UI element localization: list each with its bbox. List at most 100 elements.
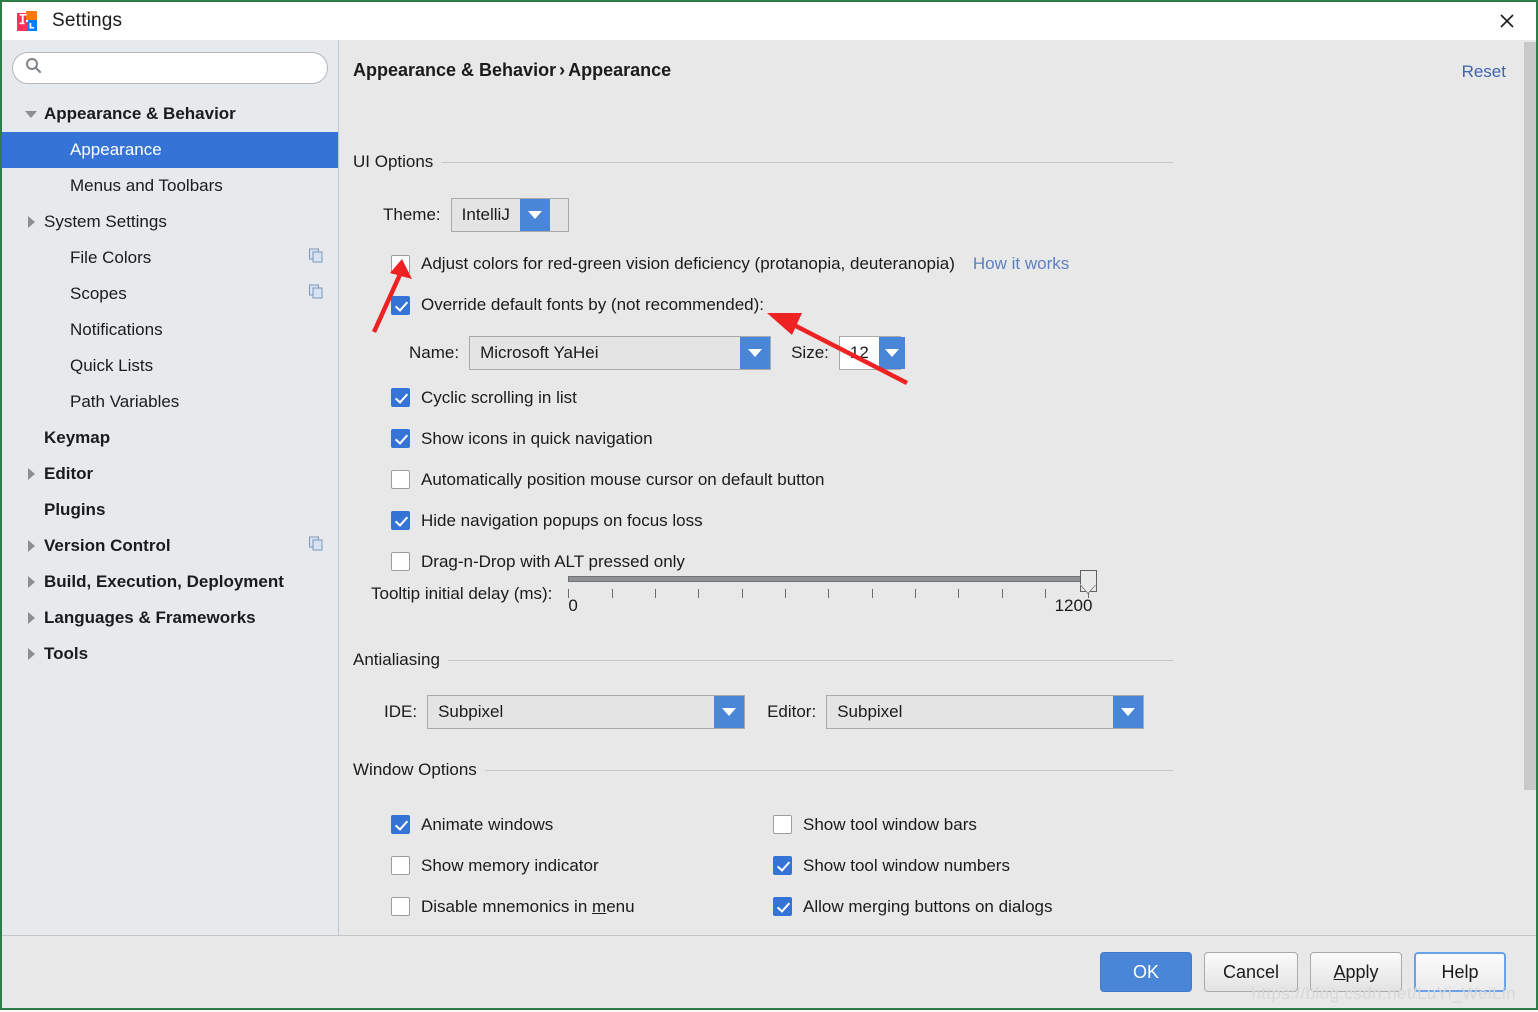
sidebar-item-notifications[interactable]: Notifications	[2, 312, 338, 348]
search-input[interactable]	[50, 59, 315, 77]
font-row: Name: Microsoft YaHei Size: 12	[409, 336, 905, 370]
chevron-right-icon[interactable]	[18, 540, 44, 552]
chevron-down-icon[interactable]	[878, 337, 905, 369]
cancel-button[interactable]: Cancel	[1203, 952, 1298, 992]
sidebar-item-path-variables[interactable]: Path Variables	[2, 384, 338, 420]
sidebar-item-scopes[interactable]: Scopes	[2, 276, 338, 312]
scrollbar-thumb[interactable]	[1524, 42, 1536, 790]
chevron-down-icon[interactable]	[740, 337, 771, 369]
ide-antialiasing-combobox[interactable]: Subpixel	[427, 695, 746, 729]
help-button[interactable]: Help	[1414, 952, 1506, 992]
ui-option-automatically-position-mouse-cursor-on-default-button[interactable]: Automatically position mouse cursor on d…	[391, 459, 825, 500]
sidebar-item-quick-lists[interactable]: Quick Lists	[2, 348, 338, 384]
chevron-down-icon[interactable]	[714, 696, 745, 728]
window-option-show-tool-window-numbers[interactable]: Show tool window numbers	[773, 845, 1052, 886]
ui-option-hide-navigation-popups-on-focus-loss[interactable]: Hide navigation popups on focus loss	[391, 500, 825, 541]
ui-option-cyclic-scrolling-in-list[interactable]: Cyclic scrolling in list	[391, 377, 825, 418]
sidebar-item-appearance[interactable]: Appearance	[2, 132, 338, 168]
chevron-right-icon[interactable]	[18, 576, 44, 588]
override-fonts-label: Override default fonts by (not recommend…	[421, 295, 764, 314]
chevron-right-icon[interactable]	[18, 648, 44, 660]
sidebar-item-build-execution-deployment[interactable]: Build, Execution, Deployment	[2, 564, 338, 600]
tooltip-delay-label: Tooltip initial delay (ms):	[371, 584, 553, 603]
ui-option-show-icons-in-quick-navigation[interactable]: Show icons in quick navigation	[391, 418, 825, 459]
sidebar-item-label: Version Control	[44, 536, 171, 555]
sidebar-item-label: Notifications	[70, 320, 163, 339]
content-scrollbar[interactable]	[1522, 40, 1536, 935]
checkbox-label: Hide navigation popups on focus loss	[421, 510, 703, 530]
window-option-show-memory-indicator[interactable]: Show memory indicator	[391, 845, 652, 886]
checkbox-label: Show icons in quick navigation	[421, 428, 653, 448]
theme-label: Theme:	[383, 205, 441, 224]
breadcrumb-separator: ›	[559, 60, 566, 80]
checkbox-box	[391, 254, 410, 274]
font-name-combobox[interactable]: Microsoft YaHei	[469, 336, 772, 370]
theme-value: IntelliJ	[461, 205, 510, 224]
window-option-small-labels-in-editor-tabs[interactable]: Small labels in editor tabs	[773, 927, 1052, 935]
checkbox-label: Allow merging buttons on dialogs	[803, 896, 1053, 916]
settings-content: Appearance & Behavior › Appearance Reset U…	[339, 40, 1536, 935]
apply-button[interactable]: Apply	[1310, 952, 1402, 992]
chevron-right-icon[interactable]	[18, 612, 44, 624]
editor-antialiasing-combobox[interactable]: Subpixel	[826, 695, 1145, 729]
font-name-label: Name:	[409, 343, 460, 362]
sidebar-item-appearance-behavior[interactable]: Appearance & Behavior	[2, 96, 338, 132]
window-option-animate-windows[interactable]: Animate windows	[391, 804, 652, 845]
sidebar-item-plugins[interactable]: Plugins	[2, 492, 338, 528]
adjust-colors-checkbox[interactable]: Adjust colors for red-green vision defic…	[391, 254, 955, 274]
theme-combobox[interactable]: IntelliJ	[450, 198, 569, 232]
sidebar-item-keymap[interactable]: Keymap	[2, 420, 338, 456]
search-box[interactable]	[12, 52, 328, 84]
chevron-down-icon[interactable]	[519, 199, 550, 231]
copy-settings-icon[interactable]	[308, 536, 324, 557]
ok-button[interactable]: OK	[1099, 952, 1192, 992]
chevron-down-icon[interactable]	[1113, 696, 1144, 728]
settings-pane: UI Options Theme: IntelliJ Adjust colors	[339, 92, 1536, 935]
sidebar-item-label: Languages & Frameworks	[44, 608, 256, 627]
window-option-disable-mnemonics-in-controls[interactable]: Disable mnemonics in controls	[391, 927, 652, 935]
window-option-disable-mnemonics-in-menu[interactable]: Disable mnemonics in menu	[391, 886, 652, 927]
window-options-left-column: Animate windows Show memory indicator Disa…	[391, 804, 652, 935]
window-options-right-column: Show tool window bars Show tool window nu…	[773, 804, 1052, 935]
editor-antialiasing-value: Subpixel	[837, 702, 903, 721]
chevron-right-icon[interactable]	[18, 468, 44, 480]
sidebar-item-version-control[interactable]: Version Control	[2, 528, 338, 564]
checkbox-box	[391, 552, 410, 571]
tooltip-delay-slider[interactable]: 0 1200	[568, 570, 1098, 616]
slider-thumb[interactable]	[1080, 570, 1098, 592]
slider-max-label: 1200	[1054, 596, 1093, 615]
sidebar-item-languages-frameworks[interactable]: Languages & Frameworks	[2, 600, 338, 636]
sidebar-item-system-settings[interactable]: System Settings	[2, 204, 338, 240]
sidebar-item-label: Tools	[44, 644, 89, 663]
antialiasing-row: IDE: Subpixel Editor: Subpixel	[384, 695, 1145, 729]
chevron-down-icon[interactable]	[18, 110, 44, 118]
antialiasing-title: Antialiasing	[353, 650, 440, 669]
close-icon[interactable]	[1492, 6, 1522, 36]
sidebar-item-tools[interactable]: Tools	[2, 636, 338, 672]
checkbox-label: Disable mnemonics in menu	[421, 896, 635, 916]
checkbox-box	[391, 388, 410, 407]
override-fonts-checkbox[interactable]: Override default fonts by (not recommend…	[391, 295, 764, 315]
copy-settings-icon[interactable]	[308, 284, 324, 305]
sidebar-item-label: Path Variables	[70, 392, 180, 411]
checkbox-box	[773, 897, 792, 916]
theme-row: Theme: IntelliJ	[383, 198, 569, 232]
checkbox-box	[391, 429, 410, 448]
chevron-right-icon[interactable]	[18, 216, 44, 228]
slider-track	[568, 576, 1089, 582]
copy-settings-icon[interactable]	[308, 248, 324, 269]
sidebar-item-menus-and-toolbars[interactable]: Menus and Toolbars	[2, 168, 338, 204]
breadcrumb-root[interactable]: Appearance & Behavior	[353, 60, 556, 80]
how-it-works-link[interactable]: How it works	[973, 254, 1069, 274]
reset-link[interactable]: Reset	[1462, 62, 1506, 82]
window-option-show-tool-window-bars[interactable]: Show tool window bars	[773, 804, 1052, 845]
settings-sidebar: Appearance & Behavior Appearance Menus and…	[2, 40, 339, 935]
sidebar-item-label: Appearance & Behavior	[44, 104, 236, 123]
font-size-combobox[interactable]: 12	[838, 336, 905, 370]
slider-min-label: 0	[568, 596, 578, 615]
sidebar-item-label: Quick Lists	[70, 356, 154, 375]
sidebar-item-editor[interactable]: Editor	[2, 456, 338, 492]
sidebar-item-file-colors[interactable]: File Colors	[2, 240, 338, 276]
window-option-allow-merging-buttons-on-dialogs[interactable]: Allow merging buttons on dialogs	[773, 886, 1052, 927]
checkbox-box	[391, 897, 410, 916]
